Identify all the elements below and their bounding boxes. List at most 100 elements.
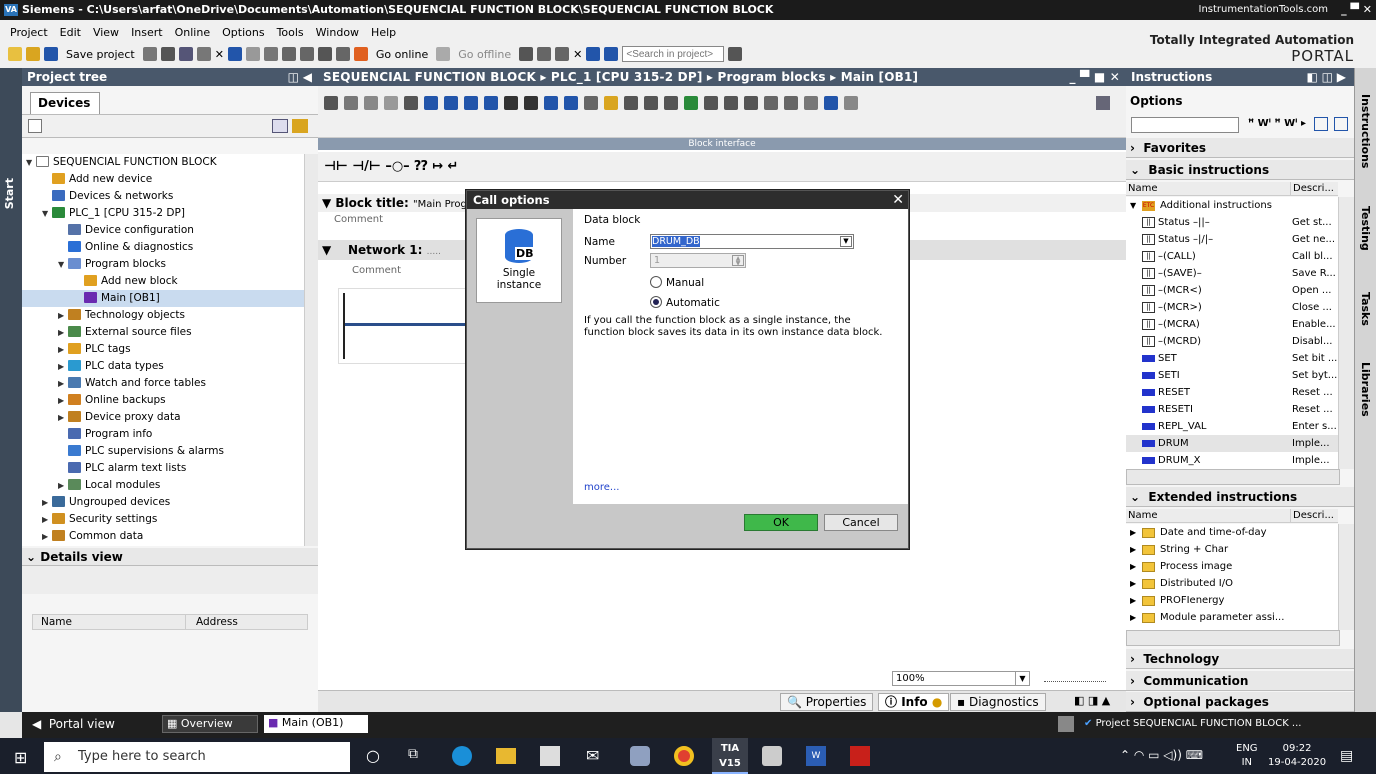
tree-toggle-icon[interactable]: ▶ — [58, 341, 68, 358]
automatic-radio[interactable]: Automatic — [650, 296, 720, 309]
block-interface-bar[interactable]: Block interface — [318, 138, 1126, 150]
instruction-search-input[interactable] — [1131, 117, 1239, 133]
tree-item[interactable]: ▶ Ungrouped devices — [42, 494, 170, 511]
tree-item[interactable]: ▶ Local modules — [58, 477, 160, 494]
expand-icon[interactable]: ▶ — [1130, 609, 1136, 626]
tab-properties[interactable]: 🔍 Properties — [780, 693, 874, 711]
overview-icon[interactable] — [272, 119, 288, 133]
network-comment[interactable]: Comment — [352, 265, 401, 276]
instruction-row[interactable]: || Status –||– Get st... — [1126, 214, 1338, 231]
editor-tool-icon[interactable] — [444, 96, 458, 110]
start-strip[interactable]: Start — [0, 68, 22, 712]
number-input[interactable]: 1 ▲ ▼ — [650, 253, 746, 268]
word-icon[interactable]: W — [806, 746, 826, 766]
portal-view-button[interactable]: ◀ Portal view — [32, 717, 115, 731]
basic-hscrollbar[interactable] — [1126, 469, 1340, 485]
file-explorer-icon[interactable] — [496, 748, 516, 764]
tree-item[interactable]: Add new block — [74, 273, 178, 290]
ext-col-name[interactable]: Name — [1128, 509, 1158, 522]
tree-toggle-icon[interactable]: ▶ — [58, 324, 68, 341]
tree-item[interactable]: ▶ Online backups — [58, 392, 166, 409]
paste-icon[interactable] — [196, 47, 211, 61]
name-dropdown-icon[interactable]: ▼ — [840, 236, 852, 247]
editor-tool-icon[interactable] — [344, 96, 358, 110]
paint-icon[interactable] — [630, 746, 650, 766]
cut-icon[interactable] — [160, 47, 175, 61]
side-tab-libraries[interactable]: Libraries — [1359, 362, 1372, 417]
editor-tool-icon[interactable] — [784, 96, 798, 110]
split-horizontal-icon[interactable] — [586, 47, 601, 61]
menu-item-options[interactable]: Options — [222, 26, 264, 39]
instruction-row[interactable]: || –(MCRA) Enable... — [1126, 316, 1338, 333]
compile-icon[interactable] — [263, 47, 278, 61]
instruction-row[interactable]: DRUM_X Imple... — [1126, 452, 1338, 469]
editor-tool-icon[interactable] — [644, 96, 658, 110]
editor-tool-icon[interactable] — [324, 96, 338, 110]
tree-item[interactable]: Online & diagnostics — [58, 239, 193, 256]
extended-row[interactable]: ▶ PROFIenergy — [1126, 592, 1338, 609]
split-vertical-icon[interactable] — [604, 47, 619, 61]
extended-row[interactable]: ▶ Distributed I/O — [1126, 575, 1338, 592]
instruction-row[interactable]: || –(MCRD) Disabl... — [1126, 333, 1338, 350]
basic-col-desc[interactable]: Descri... — [1290, 182, 1334, 195]
zoom-slider[interactable] — [1044, 676, 1106, 682]
project-search-input[interactable] — [622, 46, 725, 62]
extended-row[interactable]: ▶ Date and time-of-day — [1126, 524, 1338, 541]
side-tab-instructions[interactable]: Instructions — [1359, 94, 1372, 168]
ext-col-desc[interactable]: Descri... — [1290, 509, 1334, 522]
tree-item[interactable]: Program info — [58, 426, 152, 443]
menu-item-project[interactable]: Project — [10, 26, 48, 39]
block-comment[interactable]: Comment — [334, 214, 383, 225]
basic-scrollbar[interactable] — [1338, 197, 1354, 469]
section-technology[interactable]: › Technology — [1126, 649, 1354, 669]
instruction-row[interactable]: RESETI Reset ... — [1126, 401, 1338, 418]
editor-tool-icon[interactable] — [584, 96, 598, 110]
single-instance-option[interactable]: DB Single instance — [476, 218, 562, 303]
project-status-text[interactable]: ✔ Project SEQUENCIAL FUNCTION BLOCK ... — [1084, 718, 1301, 729]
tree-toggle-icon[interactable]: ▼ — [58, 256, 68, 273]
tree-item[interactable]: ▶ Watch and force tables — [58, 375, 206, 392]
dialog-close-icon[interactable]: ✕ — [892, 191, 904, 209]
menu-item-insert[interactable]: Insert — [131, 26, 163, 39]
menu-item-tools[interactable]: Tools — [277, 26, 304, 39]
open-project-icon[interactable] — [26, 47, 40, 61]
tree-toggle-icon[interactable]: ▶ — [42, 494, 52, 511]
main-ob1-tab[interactable]: ■ Main (OB1) — [264, 715, 368, 733]
section-basic-instructions[interactable]: ⌄ Basic instructions — [1126, 160, 1354, 180]
save-project-button[interactable]: Save project — [66, 48, 135, 61]
editor-tool-icon[interactable] — [824, 96, 838, 110]
editor-options-icon[interactable] — [1096, 96, 1110, 110]
stop-cpu-icon[interactable] — [555, 47, 570, 61]
editor-tool-icon[interactable] — [404, 96, 418, 110]
extended-scrollbar[interactable] — [1338, 524, 1354, 630]
side-tab-testing[interactable]: Testing — [1359, 206, 1372, 251]
menu-item-online[interactable]: Online — [175, 26, 210, 39]
tree-toggle-icon[interactable]: ▶ — [58, 375, 68, 392]
details-view-header[interactable]: ⌄ Details view — [22, 548, 318, 566]
go-offline-button[interactable]: Go offline — [458, 48, 511, 61]
tab-diagnostics[interactable]: ▪ Diagnostics — [950, 693, 1046, 711]
editor-window-controls[interactable]: _ ▀ ■ ✕ — [1069, 68, 1120, 86]
menu-item-view[interactable]: View — [93, 26, 119, 39]
editor-tool-icon[interactable] — [564, 96, 578, 110]
upload-icon[interactable] — [299, 47, 314, 61]
view-list-icon[interactable] — [1314, 117, 1328, 131]
instruction-row[interactable]: || –(CALL) Call bl... — [1126, 248, 1338, 265]
editor-tool-icon[interactable] — [464, 96, 478, 110]
menu-item-edit[interactable]: Edit — [60, 26, 81, 39]
instruction-row[interactable]: REPL_VAL Enter s... — [1126, 418, 1338, 435]
tree-item[interactable]: ▶ Common data — [42, 528, 143, 545]
tree-item[interactable]: PLC alarm text lists — [58, 460, 186, 477]
editor-tool-icon[interactable] — [484, 96, 498, 110]
section-communication[interactable]: › Communication — [1126, 671, 1354, 691]
tree-toggle-icon[interactable]: ▼ — [42, 205, 52, 222]
cancel-button[interactable]: Cancel — [824, 514, 898, 531]
editor-tool-icon[interactable] — [764, 96, 778, 110]
editor-tool-icon[interactable] — [624, 96, 638, 110]
collapse-panel-icon[interactable]: ◫ ◀ — [288, 68, 312, 86]
section-extended-instructions[interactable]: ⌄ Extended instructions — [1126, 487, 1354, 507]
tree-item[interactable]: ▶ Security settings — [42, 511, 157, 528]
expand-icon[interactable]: ▶ — [1130, 524, 1136, 541]
expand-icon[interactable]: ▶ — [1130, 592, 1136, 609]
tree-item[interactable]: ▶ Technology objects — [58, 307, 185, 324]
